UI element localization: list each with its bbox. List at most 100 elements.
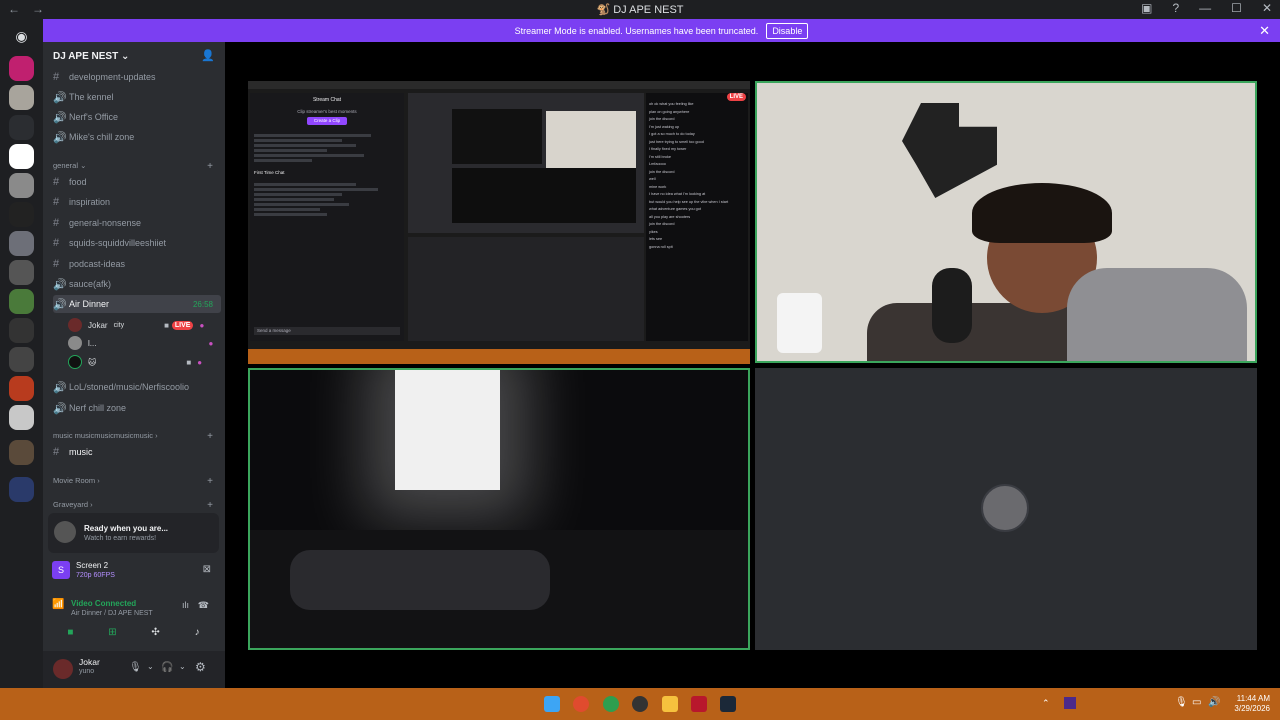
inbox-icon[interactable]: ▣	[1141, 1, 1152, 15]
steam-icon[interactable]	[720, 696, 736, 712]
category-graveyard[interactable]: Graveyard › +	[53, 500, 213, 511]
obs-scene	[452, 109, 542, 164]
server-icon[interactable]	[9, 477, 34, 502]
voice-timer: 26:58	[192, 299, 213, 309]
server-icon[interactable]	[9, 231, 34, 256]
server-icon[interactable]	[9, 376, 34, 401]
channel-podcast-ideas[interactable]: # podcast-ideas	[53, 255, 221, 273]
category-music[interactable]: music musicmusicmusicmusic › +	[53, 431, 213, 442]
tray-app-icon[interactable]	[1064, 697, 1076, 709]
voice-user[interactable]: l... ●	[68, 336, 213, 350]
create-clip-button[interactable]: Create a Clip	[307, 117, 347, 125]
camera-toggle-icon[interactable]: ■	[67, 627, 73, 638]
server-icon[interactable]	[9, 260, 34, 285]
channel-squids[interactable]: # squids-squiddvilleeshiiet	[53, 234, 221, 252]
folder-icon[interactable]	[9, 115, 34, 140]
category-general[interactable]: general ⌄ +	[53, 161, 213, 172]
server-name-header[interactable]: DJ APE NEST ⌄	[53, 51, 129, 62]
server-icon[interactable]	[9, 289, 34, 314]
stream-taskbar	[248, 349, 750, 364]
channel-sauce-afk[interactable]: 🔊 sauce(afk)	[53, 275, 221, 293]
gear-icon[interactable]: ⚙	[195, 660, 206, 674]
microphone-icon[interactable]: 🎙	[129, 662, 142, 673]
channel-music[interactable]: # music	[53, 443, 221, 461]
help-icon[interactable]: ?	[1172, 1, 1179, 15]
first-chat-label: First Time Chat	[254, 170, 285, 175]
noise-suppression-icon[interactable]: ılı	[182, 600, 189, 610]
maximize-button[interactable]: ☐	[1231, 1, 1242, 15]
avatar	[68, 355, 82, 369]
send-message-input[interactable]: Send a message	[254, 327, 400, 335]
channel-general-nonsense[interactable]: # general-nonsense	[53, 214, 221, 232]
connection-sub[interactable]: Air Dinner / DJ APE NEST	[71, 610, 153, 617]
add-channel-icon[interactable]: +	[207, 431, 213, 442]
user-panel: Jokar yuno 🎙 ⌄ 🎧 ⌄ ⚙	[43, 651, 225, 688]
server-icon[interactable]	[9, 56, 34, 81]
clock[interactable]: 11:44 AM 3/29/2026	[1234, 694, 1270, 714]
server-icon[interactable]	[9, 144, 34, 169]
stream-side-chat: LIVE oh ok what you feeling like plan on…	[646, 93, 748, 341]
stream-tile[interactable]: Stream Chat Clip streamer's best moments…	[248, 81, 750, 364]
voice-user[interactable]: 🐱 ■ ●	[68, 355, 202, 369]
disconnect-icon[interactable]: ☎	[198, 600, 209, 611]
server-icon[interactable]	[9, 202, 34, 227]
app-icon[interactable]	[691, 696, 707, 712]
obs-docks	[408, 237, 644, 341]
channel-the-kennel[interactable]: 🔊 The kennel	[53, 88, 221, 106]
voice-user[interactable]: Jokar city ■ LIVE ●	[68, 318, 204, 332]
channel-development-updates[interactable]: # development-updates	[53, 68, 221, 86]
close-button[interactable]: ✕	[1262, 1, 1272, 15]
rewards-panel[interactable]: Ready when you are... Watch to earn rewa…	[48, 513, 219, 553]
channel-nerf-chill-zone[interactable]: 🔊 Nerf chill zone	[53, 399, 221, 417]
microphone-icon[interactable]: 🎙	[1175, 697, 1188, 708]
soundboard-icon[interactable]: ♪	[195, 627, 200, 638]
chevron-up-icon[interactable]: ⌃	[1042, 698, 1050, 709]
username[interactable]: Jokar	[79, 657, 100, 667]
discord-home-icon[interactable]: ◉	[9, 24, 34, 49]
headphones-icon[interactable]: 🎧	[161, 662, 173, 673]
server-icon[interactable]	[9, 440, 34, 465]
chat-title: Stream Chat	[312, 97, 342, 103]
chevron-down-icon[interactable]: ⌄	[179, 662, 186, 671]
folder-icon[interactable]	[662, 696, 678, 712]
close-banner-icon[interactable]: ✕	[1259, 23, 1270, 39]
channel-inspiration[interactable]: # inspiration	[53, 193, 221, 211]
server-icon[interactable]	[9, 405, 34, 430]
disable-button[interactable]: Disable	[766, 22, 809, 39]
minimize-button[interactable]: —	[1199, 1, 1211, 15]
channel-lol-stoned[interactable]: 🔊 LoL/stoned/music/Nerfiscoolio	[53, 378, 221, 396]
server-icon[interactable]	[9, 85, 34, 110]
channel-food[interactable]: # food	[53, 173, 221, 191]
voice-controls: ■ ⊞ ✣ ♪	[50, 623, 217, 641]
avatar-tile[interactable]	[755, 368, 1257, 650]
chevron-down-icon[interactable]: ⌄	[147, 662, 154, 671]
add-channel-icon[interactable]: +	[207, 476, 213, 487]
monitor-icon[interactable]: ▭	[1192, 697, 1201, 708]
taskbar: ⌃ 🎙 ▭ 🔊 11:44 AM 3/29/2026	[0, 688, 1280, 720]
windows-start-icon[interactable]	[544, 696, 560, 712]
category-movie-room[interactable]: Movie Room › +	[53, 476, 213, 487]
volume-icon[interactable]: 🔊	[1208, 697, 1220, 708]
server-icon[interactable]	[9, 318, 34, 343]
obs-icon[interactable]	[632, 696, 648, 712]
activities-icon[interactable]: ✣	[151, 627, 159, 638]
server-icon[interactable]	[9, 347, 34, 372]
person-hair	[972, 183, 1112, 243]
window-title: 🐒 DJ APE NEST	[596, 3, 684, 16]
chrome-icon[interactable]	[603, 696, 619, 712]
add-channel-icon[interactable]: +	[207, 161, 213, 172]
add-member-icon[interactable]: 👤	[201, 49, 215, 62]
brave-browser-icon[interactable]	[573, 696, 589, 712]
channel-nerfs-office[interactable]: 🔊 Nerf's Office	[53, 108, 221, 126]
rewards-subtitle: Watch to earn rewards!	[84, 535, 157, 542]
channel-mikes-chill-zone[interactable]: 🔊 Mike's chill zone	[53, 128, 221, 146]
stop-stream-icon[interactable]: ⊠	[203, 564, 211, 575]
shoes-pile	[290, 550, 550, 610]
user-avatar[interactable]	[53, 659, 73, 679]
dark-camera-tile[interactable]	[248, 368, 750, 650]
voice-channel-air-dinner[interactable]: 🔊 Air Dinner 26:58	[53, 295, 221, 313]
camera-tile[interactable]	[755, 81, 1257, 363]
server-icon[interactable]	[9, 173, 34, 198]
add-channel-icon[interactable]: +	[207, 500, 213, 511]
screen-share-toggle-icon[interactable]: ⊞	[108, 627, 116, 638]
